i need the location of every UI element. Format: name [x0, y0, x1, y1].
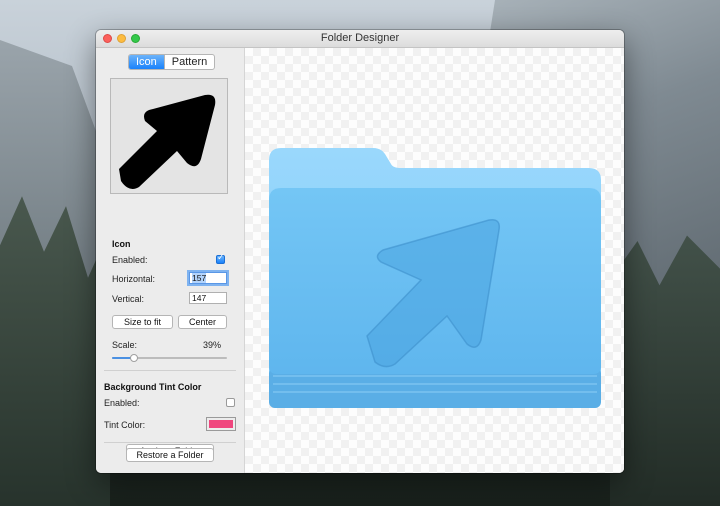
icon-section-heading: Icon	[112, 239, 131, 249]
horizontal-value: 157	[192, 273, 207, 283]
folder-preview	[269, 148, 601, 408]
mode-segmented-control: Icon Pattern	[128, 54, 216, 70]
vertical-label: Vertical:	[112, 294, 145, 304]
divider	[104, 370, 236, 371]
icon-preview-well[interactable]	[110, 78, 228, 194]
center-button[interactable]: Center	[178, 315, 227, 329]
title-bar[interactable]: Folder Designer	[96, 30, 624, 48]
scale-slider-knob[interactable]	[130, 354, 138, 362]
tint-section-heading: Background Tint Color	[104, 382, 202, 392]
tint-color-swatch	[209, 420, 233, 428]
horizontal-field[interactable]: 157	[189, 272, 227, 284]
divider	[104, 442, 236, 443]
tint-color-label: Tint Color:	[104, 420, 146, 430]
arrow-up-right-icon	[119, 94, 216, 189]
icon-enabled-label: Enabled:	[112, 255, 148, 265]
scale-slider[interactable]	[112, 354, 227, 362]
vertical-value: 147	[192, 293, 207, 303]
sidebar: Icon Pattern Icon Enabled: Horizontal: 1…	[96, 48, 245, 473]
tint-enabled-label: Enabled:	[104, 398, 140, 408]
folder-preview-canvas	[245, 48, 624, 473]
vertical-field[interactable]: 147	[189, 292, 227, 304]
size-to-fit-button[interactable]: Size to fit	[112, 315, 173, 329]
scale-label: Scale:	[112, 340, 138, 350]
horizontal-label: Horizontal:	[112, 274, 156, 284]
scale-value: 39%	[203, 340, 222, 350]
restore-folder-button[interactable]: Restore a Folder	[126, 448, 214, 462]
window-title: Folder Designer	[320, 32, 400, 44]
icon-enabled-checkbox[interactable]	[216, 253, 225, 264]
tab-icon[interactable]: Icon	[129, 55, 164, 69]
tint-enabled-checkbox[interactable]	[226, 398, 235, 407]
tab-pattern[interactable]: Pattern	[163, 55, 214, 69]
folder-designer-window: Folder Designer Icon Pattern Icon Enable…	[96, 30, 624, 473]
tint-color-well[interactable]	[206, 417, 236, 431]
